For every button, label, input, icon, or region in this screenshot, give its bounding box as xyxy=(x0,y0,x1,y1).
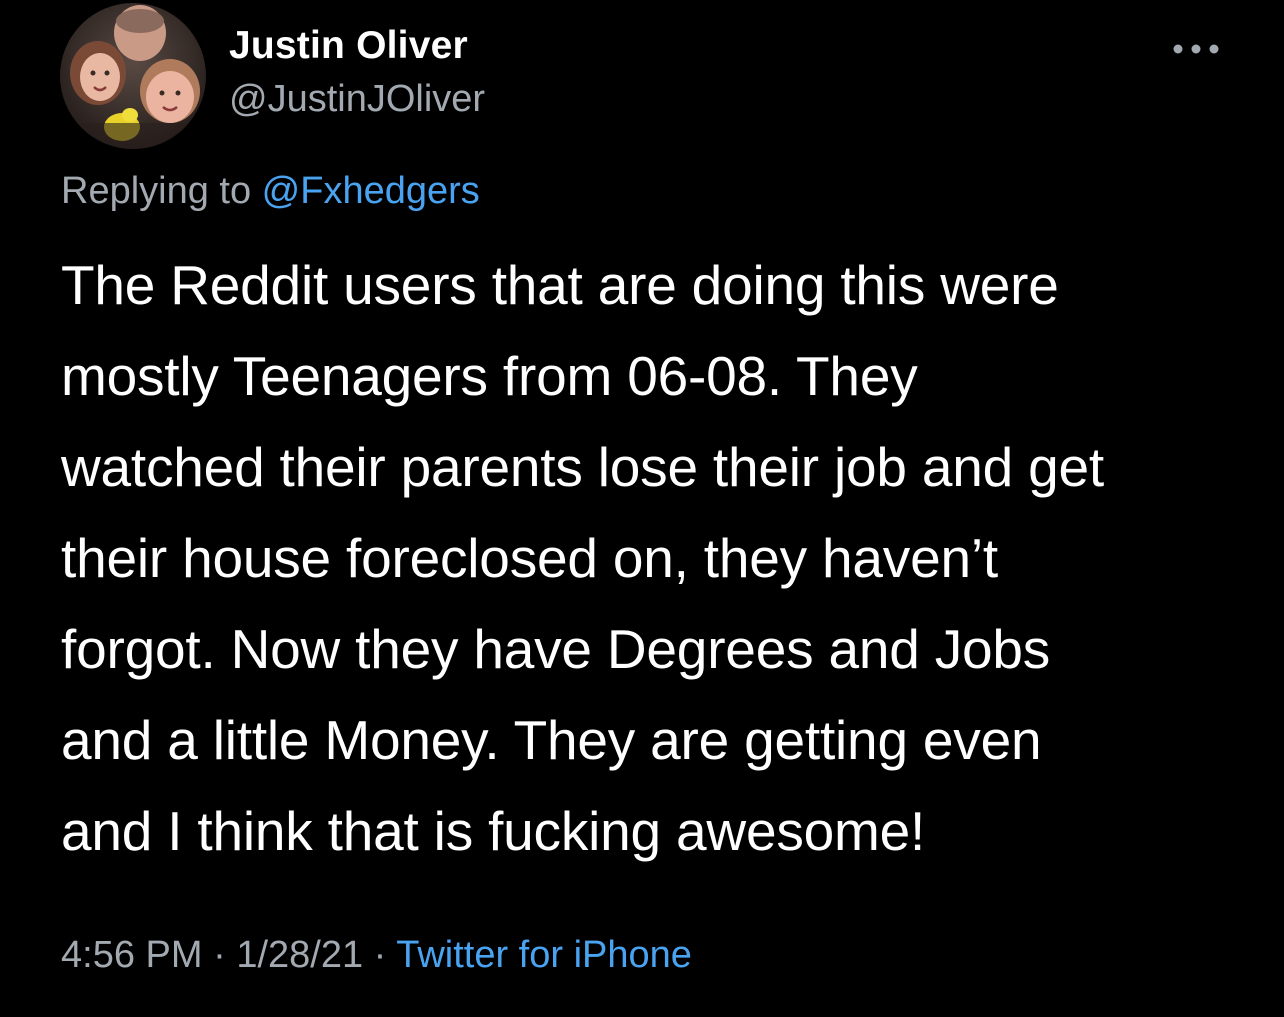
replying-to-label: Replying to xyxy=(61,170,262,212)
reply-mention-link[interactable]: @Fxhedgers xyxy=(262,170,480,212)
meta-separator: · xyxy=(202,934,237,976)
tweet-text-line: mostly Teenagers from 06-08. They xyxy=(61,345,918,407)
user-handle[interactable]: @JustinJOliver xyxy=(229,78,485,121)
tweet-text-line: and a little Money. They are getting eve… xyxy=(61,709,1042,771)
tweet-date[interactable]: 1/28/21 xyxy=(236,934,363,976)
tweet-meta: 4:56 PM · 1/28/21 · Twitter for iPhone xyxy=(61,934,692,977)
display-name[interactable]: Justin Oliver xyxy=(229,24,468,68)
tweet-text-line: and I think that is fucking awesome! xyxy=(61,800,926,862)
tweet-source-link[interactable]: Twitter for iPhone xyxy=(396,934,692,976)
tweet-text-line: watched their parents lose their job and… xyxy=(61,436,1104,498)
more-dots-icon xyxy=(1173,44,1219,54)
tweet-time[interactable]: 4:56 PM xyxy=(61,934,203,976)
avatar[interactable] xyxy=(60,3,206,149)
tweet-text-line: forgot. Now they have Degrees and Jobs xyxy=(61,618,1051,680)
meta-separator: · xyxy=(363,934,397,976)
profile-photo-icon xyxy=(60,3,206,149)
tweet-text-line: The Reddit users that are doing this wer… xyxy=(61,254,1059,316)
tweet-detail: Justin Oliver @JustinJOliver Replying to… xyxy=(0,0,1284,1017)
replying-to: Replying to @Fxhedgers xyxy=(61,170,480,213)
tweet-text-line: their house foreclosed on, they haven’t xyxy=(61,527,998,589)
more-options-button[interactable] xyxy=(1168,34,1224,64)
tweet-text: The Reddit users that are doing this wer… xyxy=(61,240,1104,877)
